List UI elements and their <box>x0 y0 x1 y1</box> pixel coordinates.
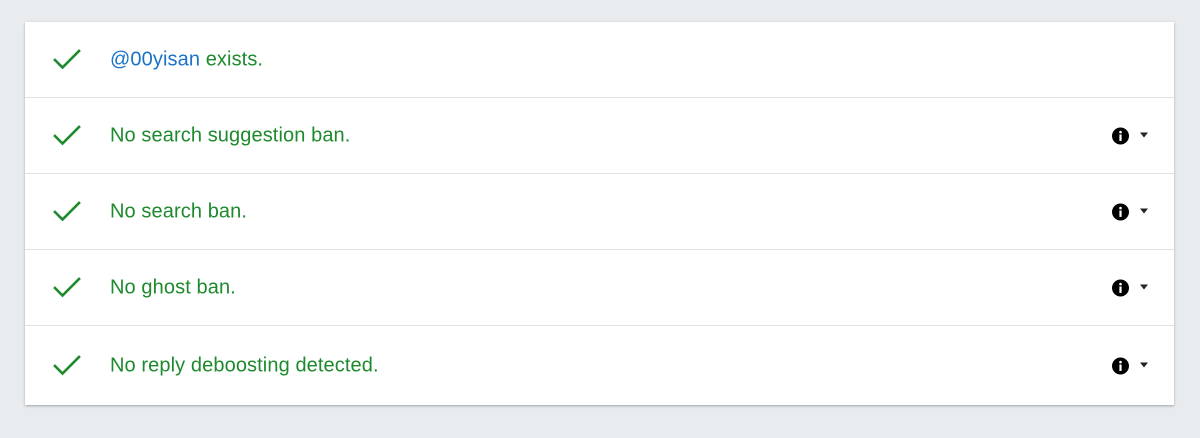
result-label: No ghost ban. <box>110 276 236 298</box>
checkmark-icon <box>53 124 81 147</box>
details-toggle[interactable] <box>1112 203 1148 220</box>
info-icon[interactable] <box>1112 279 1129 296</box>
result-label: No search ban. <box>110 200 248 222</box>
chevron-down-icon[interactable] <box>1140 208 1148 213</box>
info-icon[interactable] <box>1112 127 1129 144</box>
result-row-reply-deboosting: No reply deboosting detected. <box>25 326 1174 405</box>
result-text: exists. <box>200 48 264 70</box>
checkmark-icon <box>53 276 81 299</box>
details-toggle[interactable] <box>1112 357 1148 374</box>
result-row-ghost-ban: No ghost ban. <box>25 250 1174 326</box>
result-label: No search suggestion ban. <box>110 124 351 146</box>
result-row-exists: @00yisan exists. <box>25 22 1174 98</box>
info-icon[interactable] <box>1112 203 1129 220</box>
details-toggle[interactable] <box>1112 279 1148 296</box>
result-row-search-suggestion-ban: No search suggestion ban. <box>25 98 1174 174</box>
checkmark-icon <box>53 48 81 71</box>
result-label: @00yisan exists. <box>110 48 263 71</box>
details-toggle[interactable] <box>1112 127 1148 144</box>
checkmark-icon <box>53 354 81 377</box>
username-link[interactable]: @00yisan <box>110 48 200 70</box>
checkmark-icon <box>53 200 81 223</box>
info-icon[interactable] <box>1112 357 1129 374</box>
results-card: @00yisan exists. No search suggestion ba… <box>25 22 1174 405</box>
chevron-down-icon[interactable] <box>1140 362 1148 367</box>
chevron-down-icon[interactable] <box>1140 284 1148 289</box>
result-row-search-ban: No search ban. <box>25 174 1174 250</box>
result-label: No reply deboosting detected. <box>110 354 379 376</box>
chevron-down-icon[interactable] <box>1140 132 1148 137</box>
